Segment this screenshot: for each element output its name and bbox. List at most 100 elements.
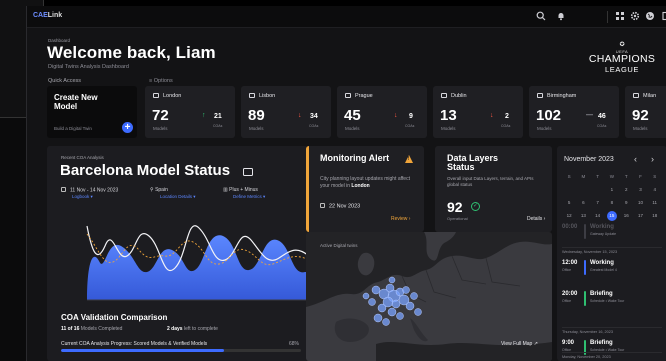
digital-twins-map[interactable]: Active Digital twins View Full Map ↗ — [306, 232, 552, 361]
event-time: 9:00 — [562, 340, 575, 346]
analysis-title: Barcelona Model Status — [60, 162, 231, 179]
calendar-day[interactable]: 15 — [605, 209, 619, 222]
logbook-link[interactable]: Logbook ▾ — [72, 194, 93, 200]
city-count-label: Models — [153, 126, 168, 131]
folder-icon — [441, 93, 447, 98]
create-model-subtitle: Build a Digital Twin — [54, 126, 92, 131]
location-details-link[interactable]: Location Details ▾ — [160, 194, 196, 200]
twin-marker[interactable] — [371, 285, 381, 295]
city-card[interactable]: Birmingham 102 Models — 46 COAs — [529, 86, 619, 138]
calendar-day[interactable]: 4 — [648, 183, 662, 196]
date-range: 11 Nov - 14 Nov 2023 — [61, 187, 118, 194]
days-left: 2 days left to complete — [167, 326, 218, 332]
twin-marker[interactable] — [405, 301, 415, 311]
calendar-day[interactable]: 1 — [605, 183, 619, 196]
bell-icon[interactable] — [555, 11, 567, 23]
apps-icon[interactable] — [614, 11, 626, 23]
panel-icon[interactable] — [661, 11, 666, 23]
event-title[interactable]: Working — [590, 260, 614, 266]
event-location: Office — [562, 299, 572, 303]
calendar-day[interactable]: 17 — [633, 209, 647, 222]
event-title[interactable]: Briefing — [590, 340, 613, 346]
calendar-icon — [61, 187, 66, 192]
city-coa-delta: 21 — [214, 113, 222, 120]
trend-down-icon: ↓ — [394, 112, 398, 119]
globe-icon[interactable] — [644, 11, 656, 23]
twin-marker[interactable] — [388, 276, 396, 284]
calendar-day[interactable]: 3 — [633, 183, 647, 196]
app-logo[interactable]: CAELink — [33, 12, 62, 19]
twin-marker[interactable] — [391, 299, 401, 309]
weekday-label: M — [581, 174, 586, 179]
city-card[interactable]: London 72 Models ↑ 21 COAs — [145, 86, 235, 138]
monitoring-date: 22 Nov 2023 — [320, 203, 360, 210]
data-layers-body: Overall input Data Layers, terrain, and … — [447, 176, 534, 187]
calendar-day[interactable]: 7 — [591, 196, 605, 209]
city-card[interactable]: Lisbon 89 Models ↓ 34 COAs — [241, 86, 331, 138]
twin-marker[interactable] — [373, 313, 383, 323]
add-model-button[interactable]: + — [122, 122, 133, 133]
event-title[interactable]: Working — [590, 224, 614, 230]
city-name: London — [153, 93, 181, 99]
define-metrics-link[interactable]: Define Metrics ▾ — [233, 194, 265, 200]
folder-icon[interactable] — [243, 168, 253, 176]
trend-down-icon: ↓ — [298, 112, 302, 119]
city-model-count: 89 — [248, 107, 265, 124]
calendar-day[interactable]: 9 — [619, 196, 633, 209]
calendar-day[interactable]: 8 — [605, 196, 619, 209]
city-card[interactable]: Milan 92 Models — [625, 86, 666, 138]
validation-title: COA Validation Comparison — [61, 313, 168, 322]
event-divider — [562, 352, 662, 353]
calendar-day[interactable]: 18 — [648, 209, 662, 222]
twin-marker[interactable] — [382, 318, 390, 326]
twin-marker[interactable] — [410, 292, 418, 300]
data-layers-value-label: Operational — [447, 216, 468, 221]
weekday-label: T — [596, 174, 600, 179]
options-button[interactable]: ≡ Options — [149, 78, 173, 84]
city-model-count: 92 — [632, 107, 649, 124]
progress-label: Current COA Analysis Progress: Scored Mo… — [61, 341, 208, 347]
next-month-button[interactable]: › — [651, 154, 654, 164]
city-card[interactable]: Prague 45 Models ↓ 9 COAs — [337, 86, 427, 138]
event-subtitle: Greatest Model 4 — [590, 268, 617, 272]
calendar-day[interactable]: 13 — [576, 209, 590, 222]
city-name: Birmingham — [537, 93, 576, 99]
twin-marker[interactable] — [377, 303, 387, 313]
calendar-day[interactable]: 5 — [562, 196, 576, 209]
weekday-label: S — [567, 174, 571, 179]
event-color-bar — [584, 260, 586, 275]
search-icon[interactable] — [535, 11, 547, 23]
twin-marker[interactable] — [414, 308, 422, 316]
event-day-heading: Wednesday, November 15, 2023 — [562, 250, 618, 254]
calendar-day[interactable]: 14 — [591, 209, 605, 222]
warning-icon: ! — [405, 155, 413, 163]
calendar-day[interactable]: 11 — [648, 196, 662, 209]
folder-icon — [345, 93, 351, 98]
calendar-day[interactable]: 10 — [633, 196, 647, 209]
event-title[interactable]: Briefing — [590, 291, 613, 297]
twin-marker[interactable] — [362, 292, 370, 300]
twin-marker[interactable] — [387, 307, 397, 317]
calendar-day[interactable]: 12 — [562, 209, 576, 222]
twin-marker[interactable] — [368, 298, 376, 306]
trend-flat-icon: — — [586, 112, 593, 119]
chart-area — [87, 235, 310, 300]
weekday-label: S — [653, 174, 657, 179]
brand-main: CHAMPIONS — [588, 53, 656, 65]
calendar-day[interactable]: 6 — [576, 196, 590, 209]
create-model-card[interactable]: Create New Model Build a Digital Twin + — [47, 86, 137, 138]
calendar-day[interactable]: 2 — [619, 183, 633, 196]
details-button[interactable]: Details › — [527, 216, 545, 222]
calendar-day[interactable]: 16 — [619, 209, 633, 222]
event-time: 00:00 — [562, 224, 578, 230]
review-button[interactable]: Review › — [391, 216, 410, 222]
event-location: Office — [562, 268, 572, 272]
settings-icon[interactable] — [629, 11, 641, 23]
city-card[interactable]: Dublin 13 Models ↓ 2 COAs — [433, 86, 523, 138]
prev-month-button[interactable]: ‹ — [634, 154, 637, 164]
monitoring-alert-card[interactable]: Monitoring Alert ! City planning layout … — [306, 146, 424, 232]
analysis-kicker: Recent COA Analysis — [61, 155, 104, 160]
twin-marker[interactable] — [396, 312, 404, 320]
view-full-map-button[interactable]: View Full Map ↗ — [501, 341, 538, 347]
twin-marker[interactable] — [402, 286, 410, 294]
